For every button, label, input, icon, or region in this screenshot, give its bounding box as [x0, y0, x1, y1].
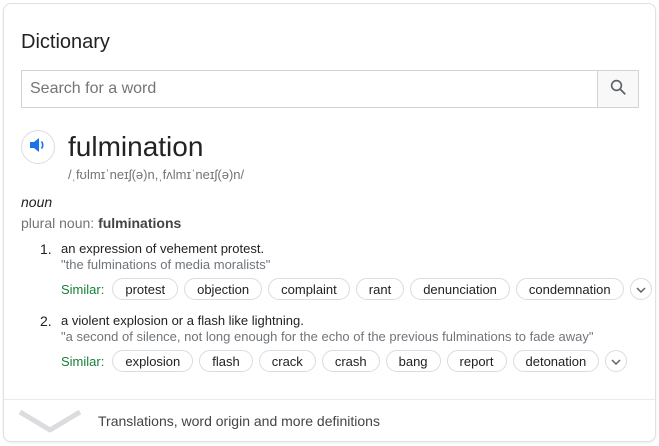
footer-link-text: Translations, word origin and more defin… [98, 413, 380, 429]
similar-chip[interactable]: bang [385, 350, 441, 372]
similar-chip[interactable]: rant [355, 278, 405, 300]
plural-label: plural noun: [21, 215, 95, 231]
search-box [21, 70, 639, 108]
part-of-speech: noun [21, 194, 53, 210]
sense-number: 2. [40, 313, 52, 329]
similar-chip[interactable]: detonation [512, 350, 600, 372]
search-button[interactable] [597, 71, 638, 107]
sense-definition: an expression of vehement protest. [61, 241, 265, 256]
more-definitions-footer[interactable]: Translations, word origin and more defin… [4, 399, 655, 441]
sense-number: 1. [40, 241, 52, 257]
plural-value: fulminations [98, 215, 182, 231]
similar-chip[interactable]: objection [184, 278, 263, 300]
search-input[interactable] [22, 71, 600, 107]
similar-words-row: Similar: protest objection complaint ran… [61, 277, 652, 301]
similar-chip[interactable]: protest [112, 278, 179, 300]
similar-label: Similar: [61, 281, 105, 297]
similar-chip[interactable]: flash [199, 350, 253, 372]
speaker-icon [29, 137, 47, 158]
similar-label: Similar: [61, 353, 105, 369]
similar-chip[interactable]: denunciation [410, 278, 510, 300]
chevron-down-icon [611, 352, 621, 370]
headword: fulmination [68, 131, 204, 162]
more-similar-button[interactable] [605, 350, 628, 372]
sense-example: "the fulminations of media moralists" [61, 257, 271, 272]
similar-chip[interactable]: explosion [112, 350, 194, 372]
search-icon [609, 78, 627, 101]
sense-example: "a second of silence, not long enough fo… [61, 329, 594, 344]
pronunciation-button[interactable] [21, 130, 55, 164]
similar-chip[interactable]: condemnation [515, 278, 624, 300]
similar-chip[interactable]: report [446, 350, 507, 372]
similar-chip[interactable]: complaint [268, 278, 350, 300]
sense-definition: a violent explosion or a flash like ligh… [61, 313, 304, 328]
similar-chip[interactable]: crack [258, 350, 316, 372]
dictionary-card: Dictionary fulmination /ˌfʊlmɪˈneɪʃ(ə)n,… [3, 3, 656, 442]
card-title: Dictionary [21, 31, 110, 53]
similar-words-row: Similar: explosion flash crack crash ban… [61, 349, 628, 373]
phonetic-spelling: /ˌfʊlmɪˈneɪʃ(ə)n,ˌfʌlmɪˈneɪʃ(ə)n/ [68, 167, 245, 182]
similar-chip[interactable]: crash [321, 350, 380, 372]
more-similar-button[interactable] [629, 278, 652, 300]
chevron-down-icon [636, 280, 646, 298]
chevron-down-icon [18, 408, 82, 439]
plural-form: plural noun: fulminations [21, 215, 181, 231]
